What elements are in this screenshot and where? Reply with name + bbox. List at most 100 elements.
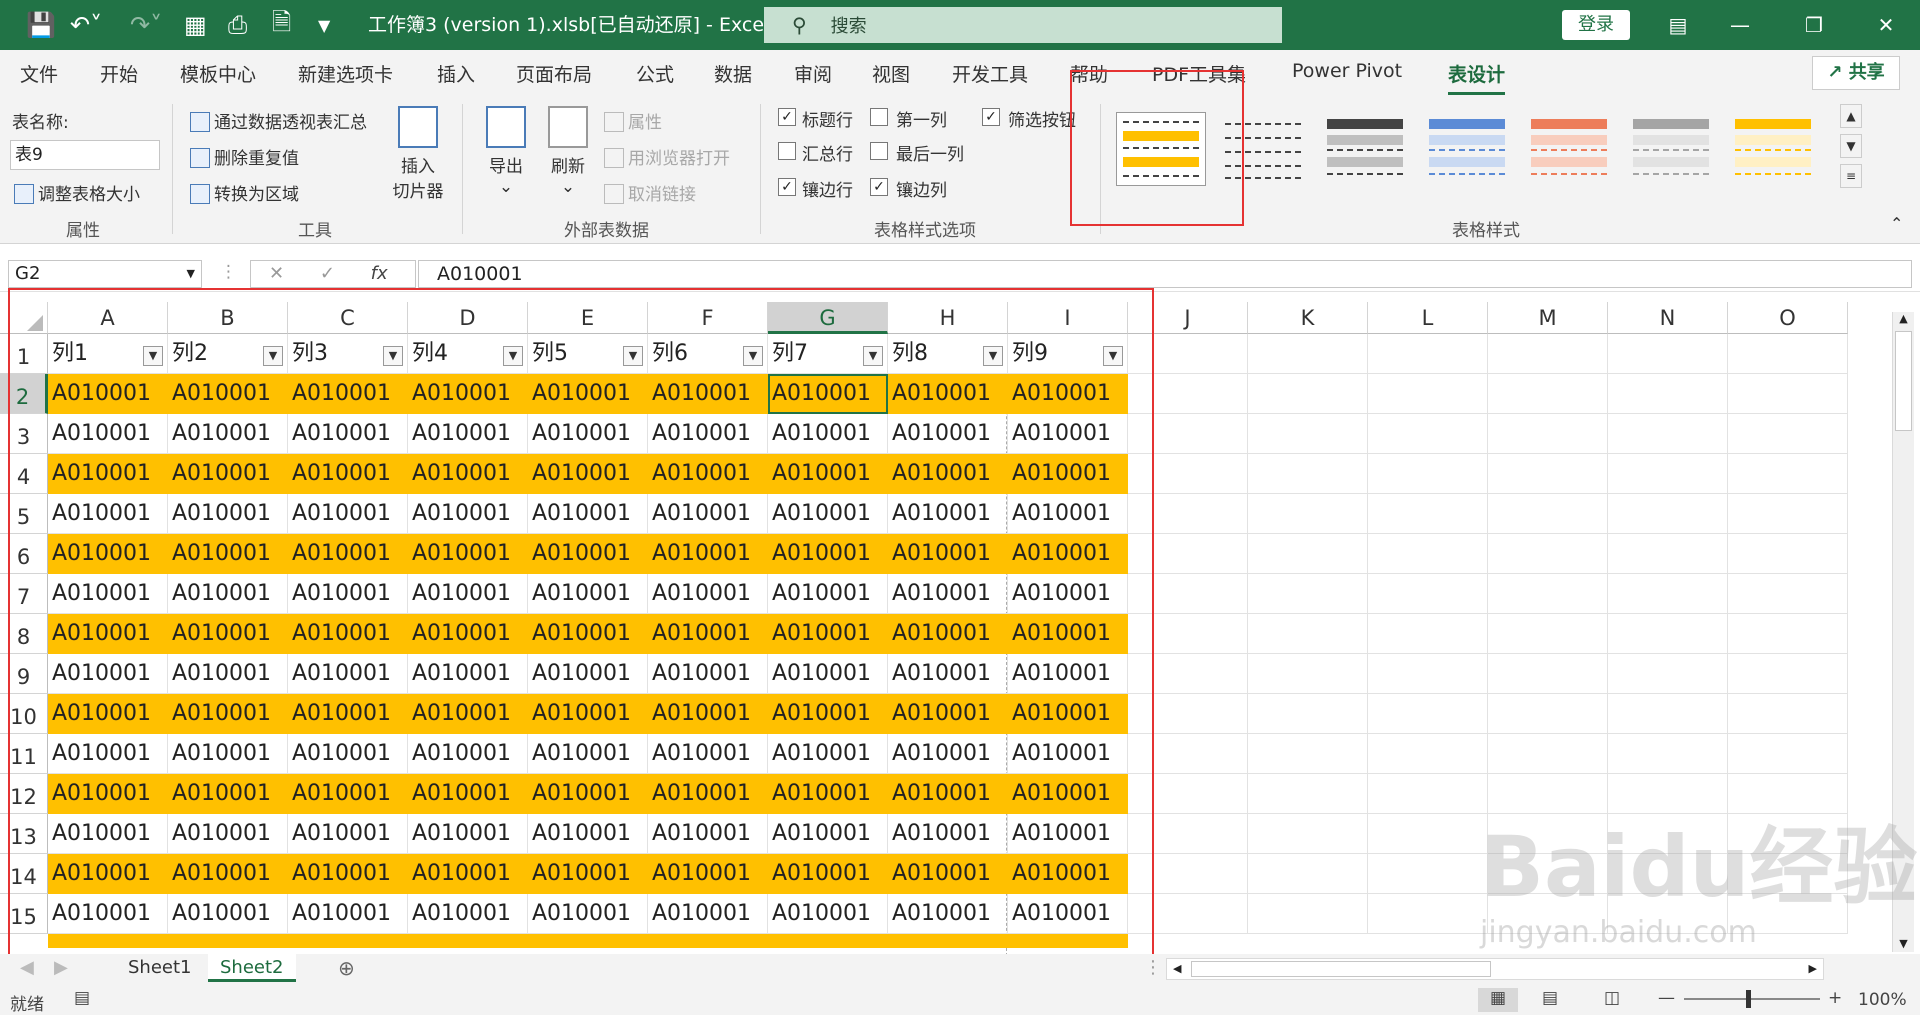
zoom-slider[interactable] [1684,998,1820,1000]
sheet-nav-left-icon[interactable]: ◀ [20,954,34,982]
scroll-right-icon[interactable]: ▶ [1809,959,1817,979]
tab-view[interactable]: 视图 [872,60,910,87]
open-browser-button[interactable]: 用浏览器打开 [604,144,730,169]
table-style-swatch-silver[interactable] [1626,112,1716,186]
insert-slicer-button[interactable]: 插入 切片器 [390,106,446,202]
empty-cell[interactable] [1248,894,1368,934]
restore-icon[interactable]: ❐ [1784,0,1844,50]
empty-cell[interactable] [1248,694,1368,734]
tab-data[interactable]: 数据 [714,60,752,87]
function-icon[interactable]: fx [371,263,388,284]
formula-input[interactable]: A010001 [418,260,1912,288]
sheet-tab-sheet2[interactable]: Sheet2 [208,954,296,982]
empty-cell[interactable] [1248,414,1368,454]
empty-cell[interactable] [1248,494,1368,534]
empty-cell[interactable] [1248,654,1368,694]
properties-button[interactable]: 属性 [604,108,662,133]
empty-cell[interactable] [1728,574,1848,614]
column-header-m[interactable]: M [1488,302,1608,334]
save-icon[interactable]: 💾 [26,0,56,50]
banded-rows-checkbox[interactable]: ✓ [778,178,796,196]
vertical-scroll-thumb[interactable] [1895,331,1912,431]
column-header-o[interactable]: O [1728,302,1848,334]
empty-cell[interactable] [1608,574,1728,614]
empty-cell[interactable] [1608,654,1728,694]
sheet-tab-sheet1[interactable]: Sheet1 [128,954,192,982]
empty-cell[interactable] [1608,454,1728,494]
zoom-in-icon[interactable]: + [1828,988,1842,1008]
normal-view-icon[interactable]: ▦ [1478,988,1518,1012]
empty-cell[interactable] [1368,454,1488,494]
tab-split-handle-icon[interactable]: ⋮ [1144,954,1162,982]
empty-cell[interactable] [1728,694,1848,734]
empty-cell[interactable] [1368,534,1488,574]
resize-table-button[interactable]: 调整表格大小 [14,180,140,205]
empty-cell[interactable] [1608,374,1728,414]
share-button[interactable]: ↗ 共享 [1812,56,1900,90]
print-preview-icon[interactable]: ⎙ [228,0,247,50]
export-button[interactable]: 导出 ⌄ [480,106,532,197]
empty-cell[interactable] [1248,334,1368,374]
table-style-swatch-gold[interactable] [1728,112,1818,186]
empty-cell[interactable] [1488,454,1608,494]
cancel-icon[interactable]: ✕ [269,263,284,284]
gallery-scroll-down-icon[interactable]: ▼ [1840,134,1862,158]
empty-cell[interactable] [1368,374,1488,414]
scroll-left-icon[interactable]: ◀ [1173,959,1181,979]
table-name-input[interactable]: 表9 [10,140,160,170]
empty-cell[interactable] [1488,614,1608,654]
column-header-k[interactable]: K [1248,302,1368,334]
empty-cell[interactable] [1248,534,1368,574]
macro-record-icon[interactable]: ▤ [74,988,90,1008]
table-style-swatch-red[interactable] [1524,112,1614,186]
export-icon[interactable]: 🗎 [272,0,291,50]
unlink-button[interactable]: 取消链接 [604,180,696,205]
empty-cell[interactable] [1728,534,1848,574]
zoom-slider-thumb[interactable] [1746,990,1751,1008]
empty-cell[interactable] [1248,374,1368,414]
close-icon[interactable]: ✕ [1856,0,1916,50]
empty-cell[interactable] [1728,334,1848,374]
empty-cell[interactable] [1488,654,1608,694]
login-button[interactable]: 登录 [1562,10,1630,40]
gallery-more-icon[interactable]: ≡ [1840,164,1862,188]
zoom-out-icon[interactable]: — [1658,988,1675,1008]
table-style-swatch-blue[interactable] [1422,112,1512,186]
minimize-icon[interactable]: — [1710,0,1770,50]
empty-cell[interactable] [1368,894,1488,934]
empty-cell[interactable] [1368,734,1488,774]
empty-cell[interactable] [1248,454,1368,494]
gallery-scroll-up-icon[interactable]: ▲ [1840,104,1862,128]
name-box[interactable]: G2 ▼ [8,260,202,288]
empty-cell[interactable] [1728,734,1848,774]
empty-cell[interactable] [1248,854,1368,894]
empty-cell[interactable] [1488,734,1608,774]
page-layout-view-icon[interactable]: ▤ [1542,988,1558,1008]
empty-cell[interactable] [1488,694,1608,734]
convert-range-button[interactable]: 转换为区域 [190,180,299,205]
empty-cell[interactable] [1248,574,1368,614]
filter-button-checkbox[interactable]: ✓ [982,108,1000,126]
tab-review[interactable]: 审阅 [794,60,832,87]
empty-cell[interactable] [1728,494,1848,534]
empty-cell[interactable] [1368,774,1488,814]
empty-cell[interactable] [1248,734,1368,774]
empty-cell[interactable] [1608,494,1728,534]
empty-cell[interactable] [1728,414,1848,454]
last-column-checkbox[interactable] [870,142,888,160]
empty-cell[interactable] [1368,654,1488,694]
empty-cell[interactable] [1368,614,1488,654]
column-header-n[interactable]: N [1608,302,1728,334]
empty-cell[interactable] [1248,614,1368,654]
page-break-view-icon[interactable]: ◫ [1604,988,1620,1008]
table-style-swatch-gray[interactable] [1320,112,1410,186]
empty-cell[interactable] [1368,494,1488,534]
ribbon-display-icon[interactable]: ▤ [1648,0,1708,50]
customize-icon[interactable]: ▼ [318,0,330,50]
total-row-checkbox[interactable] [778,142,796,160]
empty-cell[interactable] [1728,654,1848,694]
scroll-down-icon[interactable]: ▼ [1893,937,1914,950]
empty-cell[interactable] [1248,774,1368,814]
empty-cell[interactable] [1488,414,1608,454]
enter-icon[interactable]: ✓ [320,263,335,284]
